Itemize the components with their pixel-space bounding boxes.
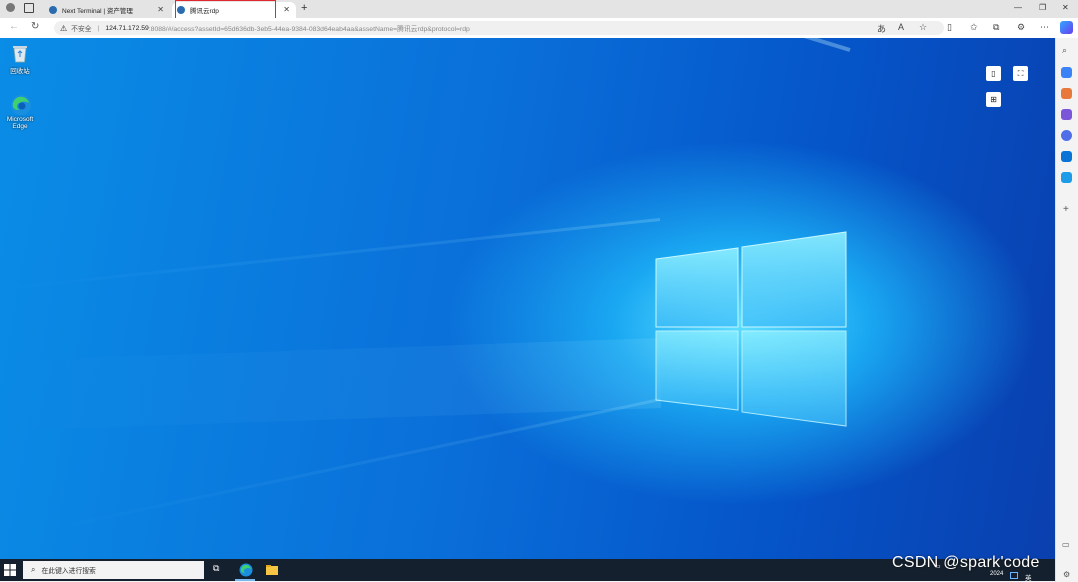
- tools-icon[interactable]: [1061, 88, 1072, 99]
- tab-close-icon[interactable]: ✕: [157, 5, 164, 14]
- task-view-icon[interactable]: ⧉: [213, 563, 227, 577]
- outlook-icon[interactable]: [1061, 151, 1072, 162]
- url-host: 124.71.172.59: [105, 24, 149, 32]
- file-explorer-icon[interactable]: [265, 563, 279, 577]
- read-aloud-icon[interactable]: A: [898, 22, 904, 32]
- shopping-icon[interactable]: [1061, 67, 1072, 78]
- copilot-icon[interactable]: [1060, 21, 1073, 34]
- tab-close-icon[interactable]: ✕: [283, 5, 290, 14]
- restore-icon[interactable]: ❐: [1039, 3, 1046, 12]
- games-icon[interactable]: [1061, 109, 1072, 120]
- reload-icon[interactable]: ↻: [31, 21, 39, 32]
- clipboard-icon[interactable]: ▯: [986, 66, 1001, 81]
- hide-sidebar-icon[interactable]: ▭: [1062, 540, 1070, 549]
- notification-icon[interactable]: [1010, 572, 1018, 579]
- warning-icon: ⚠: [60, 23, 68, 33]
- translate-icon[interactable]: あ: [877, 22, 886, 35]
- tab-next-terminal[interactable]: Next Terminal | 资产管理 ✕: [44, 2, 170, 18]
- profile-avatar[interactable]: [6, 3, 15, 12]
- windows-key-icon[interactable]: ⊞: [986, 92, 1001, 107]
- settings-icon[interactable]: ⚙: [1063, 570, 1070, 579]
- taskbar-search-box[interactable]: ⌕ 在此键入进行搜索: [23, 561, 204, 579]
- remote-desktop[interactable]: 回收站 Microsoft Edge ▯ ⛶ ⊞: [0, 38, 1055, 559]
- input-language[interactable]: 英: [1025, 572, 1032, 582]
- edge-icon: [10, 94, 31, 115]
- divider: |: [97, 24, 100, 32]
- send-icon[interactable]: [1061, 172, 1072, 183]
- add-sidebar-app-icon[interactable]: +: [1063, 204, 1069, 215]
- minimize-icon[interactable]: —: [1014, 3, 1022, 12]
- active-app-indicator: [235, 579, 255, 581]
- watermark: CSDN @spark'code: [892, 554, 1040, 571]
- search-icon: ⌕: [31, 565, 36, 574]
- address-bar[interactable]: ⚠ 不安全 | 124.71.172.59 :8088/#/access?ass…: [54, 21, 944, 35]
- extensions-icon[interactable]: ⚙: [1017, 22, 1025, 33]
- edge-taskbar-icon[interactable]: [239, 563, 253, 577]
- search-icon[interactable]: ⌕: [1062, 45, 1067, 56]
- microsoft365-icon[interactable]: [1061, 130, 1072, 141]
- tab-favicon-icon: [49, 6, 57, 14]
- start-button[interactable]: [4, 564, 16, 576]
- favorites-icon[interactable]: ✩: [970, 22, 978, 33]
- fullscreen-icon[interactable]: ⛶: [1013, 66, 1028, 81]
- split-screen-icon[interactable]: ▯: [947, 22, 952, 33]
- collections-icon[interactable]: ⧉: [993, 22, 999, 33]
- search-placeholder: 在此键入进行搜索: [41, 568, 96, 575]
- tab-label: Next Terminal | 资产管理: [62, 8, 133, 15]
- windows-logo: [655, 231, 847, 427]
- desktop-icon-label: Microsoft Edge: [6, 116, 34, 130]
- desktop-icon-label: 回收站: [10, 68, 30, 75]
- desktop-icon-recycle-bin[interactable]: 回收站: [0, 43, 40, 75]
- favorite-icon[interactable]: ☆: [919, 22, 927, 33]
- back-icon[interactable]: ←: [9, 21, 19, 32]
- new-tab-button[interactable]: +: [301, 2, 307, 14]
- tab-actions-icon[interactable]: [24, 3, 34, 13]
- recycle-bin-icon: [10, 43, 30, 63]
- more-icon[interactable]: ⋯: [1040, 22, 1049, 33]
- desktop-icon-edge[interactable]: Microsoft Edge: [0, 94, 40, 130]
- url-path: :8088/#/access?assetId=65d636db-3eb5-44e…: [148, 26, 470, 33]
- security-label: 不安全: [71, 26, 92, 33]
- close-window-icon[interactable]: ✕: [1062, 3, 1069, 12]
